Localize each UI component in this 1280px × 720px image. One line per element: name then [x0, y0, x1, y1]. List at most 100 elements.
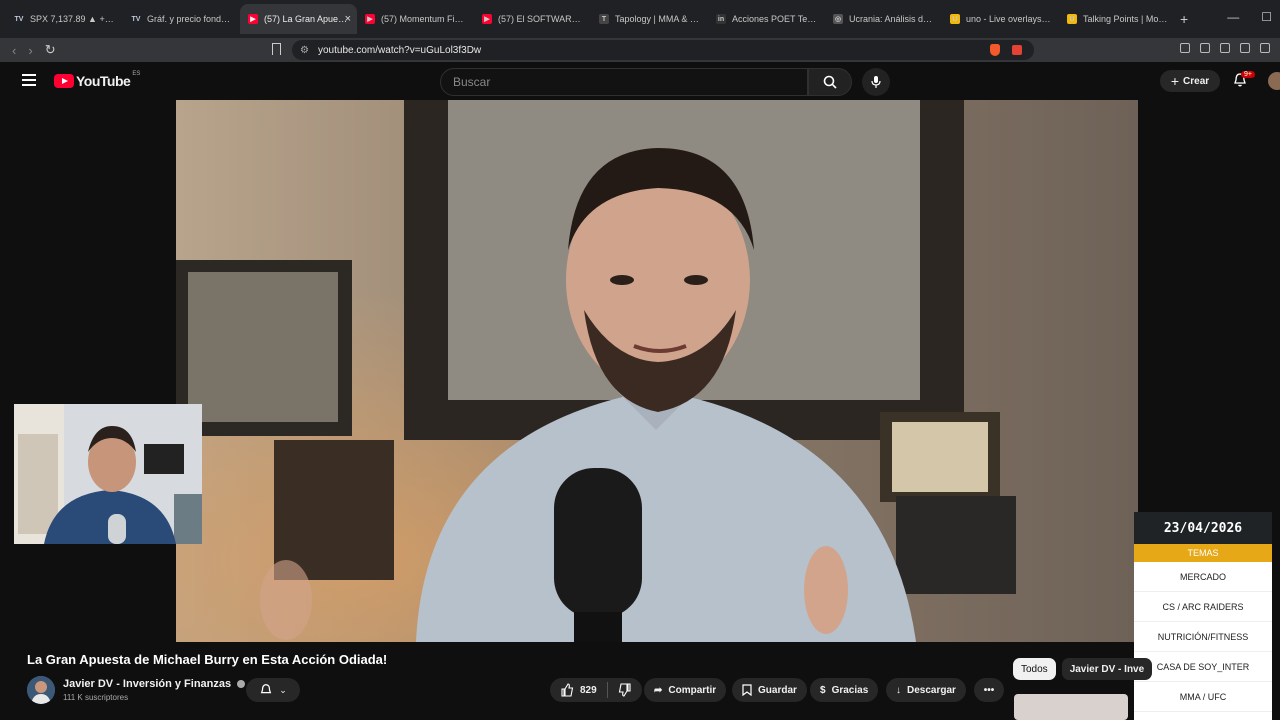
overlay-topic-item: NUTRICIÓN/FITNESS	[1134, 622, 1272, 652]
channel-avatar[interactable]	[27, 676, 55, 704]
browser-tab[interactable]: ▶ (57) Momentum Finanzas	[357, 4, 474, 34]
channel-avatar-image	[27, 676, 55, 704]
thanks-label: Gracias	[831, 684, 869, 696]
sidebar-icon[interactable]	[1220, 43, 1230, 53]
investing-icon: in	[716, 14, 726, 24]
more-actions-button[interactable]: •••	[974, 678, 1004, 702]
thanks-icon: $	[820, 684, 826, 696]
account-avatar[interactable]	[1268, 72, 1280, 90]
address-toolbar: ‹ › ↻ ⚙ youtube.com/watch?v=uGuLol3f3Dw	[0, 38, 1280, 62]
create-label: Crear	[1183, 75, 1210, 87]
download-label: Descargar	[907, 684, 956, 696]
brave-shields-icon[interactable]	[990, 44, 1000, 56]
youtube-icon: ▶	[482, 14, 492, 24]
tab-title: Gráf. y precio fondos R	[147, 14, 232, 24]
maximize-button[interactable]: ☐	[1261, 10, 1272, 24]
thumbs-up-icon	[561, 683, 574, 697]
webcam-person-illustration	[14, 404, 202, 544]
microphone-icon	[871, 76, 881, 88]
globe-icon: ◎	[833, 14, 843, 24]
leo-ai-icon[interactable]	[1260, 43, 1270, 53]
tab-title: (57) El SOFTWARE en c	[498, 14, 583, 24]
tradingview-icon: TV	[14, 14, 24, 24]
overlay-topic-item: MMA / UFC	[1134, 682, 1272, 712]
chip-channel[interactable]: Javier DV - Inve	[1061, 658, 1153, 680]
browser-tab[interactable]: ◎ Ucrania: Análisis de Imp	[825, 4, 942, 34]
site-info-icon[interactable]: ⚙	[300, 45, 309, 56]
reload-icon[interactable]: ↻	[45, 42, 56, 58]
media-icon[interactable]	[1200, 43, 1210, 53]
browser-tab[interactable]: ▶ (57) El SOFTWARE en c	[474, 4, 591, 34]
youtube-icon: ▶	[248, 14, 258, 24]
download-button[interactable]: ↓ Descargar	[886, 678, 966, 702]
subscription-bell-button[interactable]: ⌄	[246, 678, 300, 702]
wallet-icon[interactable]	[1240, 43, 1250, 53]
topics-overlay: 23/04/2026 TEMAS MERCADO CS / ARC RAIDERS…	[1134, 512, 1272, 720]
uno-icon: U	[950, 14, 960, 24]
share-label: Compartir	[668, 684, 717, 696]
create-button[interactable]: + Crear	[1160, 70, 1220, 92]
more-icon: •••	[983, 684, 995, 696]
download-icon: ↓	[896, 684, 901, 696]
browser-tab[interactable]: U Talking Points | Mome	[1059, 4, 1176, 34]
overlay-topic-item: CASA DE SOY_INTER	[1134, 652, 1272, 682]
like-divider	[606, 682, 608, 698]
chevron-down-icon: ⌄	[279, 684, 287, 695]
tradingview-icon: TV	[131, 14, 141, 24]
new-tab-button[interactable]: +	[1180, 11, 1188, 27]
tab-strip: TV SPX 7,137.89 ▲ +1.05% TV Gráf. y precio …	[6, 4, 1176, 34]
overlay-topic-item: MERCADO	[1134, 562, 1272, 592]
close-tab-icon[interactable]: ×	[345, 13, 351, 25]
thanks-button[interactable]: $ Gracias	[810, 678, 879, 702]
subscriber-count: 111 K suscriptores	[63, 693, 129, 702]
youtube-logo[interactable]: YouTube ES	[54, 71, 141, 89]
browser-tab[interactable]: TV SPX 7,137.89 ▲ +1.05%	[6, 4, 123, 34]
bookmark-icon[interactable]	[272, 43, 281, 55]
webcam-overlay	[14, 404, 202, 544]
share-icon: ➦	[654, 684, 663, 696]
uno-icon: U	[1067, 14, 1077, 24]
video-title: La Gran Apuesta de Michael Burry en Esta…	[27, 652, 388, 667]
save-button[interactable]: Guardar	[732, 678, 807, 702]
youtube-icon: ▶	[365, 14, 375, 24]
browser-tab[interactable]: TV Gráf. y precio fondos R	[123, 4, 240, 34]
search-button[interactable]	[808, 68, 852, 96]
like-button[interactable]: 829	[560, 683, 597, 697]
overlay-date: 23/04/2026	[1134, 512, 1272, 544]
youtube-masthead: YouTube ES Buscar + Crear 9+	[0, 62, 1280, 100]
browser-tab-bar: TV SPX 7,137.89 ▲ +1.05% TV Gráf. y precio …	[0, 0, 1280, 38]
region-code: ES	[132, 71, 141, 77]
channel-name-row[interactable]: Javier DV - Inversión y Finanzas	[63, 678, 246, 690]
screenshot-icon[interactable]	[1180, 43, 1190, 53]
video-player[interactable]	[176, 100, 1138, 642]
recommended-video-thumbnail[interactable]	[1014, 694, 1128, 720]
forward-icon[interactable]: ›	[28, 43, 32, 58]
like-count: 829	[580, 684, 597, 696]
back-icon[interactable]: ‹	[12, 43, 16, 58]
overlay-heading: TEMAS	[1134, 544, 1272, 562]
tab-title: Tapology | MMA & Com	[615, 14, 700, 24]
bell-icon	[260, 684, 272, 694]
search-input[interactable]: Buscar	[440, 68, 808, 96]
save-label: Guardar	[758, 684, 797, 696]
browser-tab[interactable]: ▶ (57) La Gran Apuesta ×	[240, 4, 357, 34]
url-field[interactable]: ⚙ youtube.com/watch?v=uGuLol3f3Dw	[292, 40, 1034, 60]
window-controls: — ☐	[1227, 10, 1272, 24]
browser-tab[interactable]: T Tapology | MMA & Com	[591, 4, 708, 34]
browser-tab[interactable]: in Acciones POET Tech Inc	[708, 4, 825, 34]
channel-name: Javier DV - Inversión y Finanzas	[63, 678, 232, 690]
chip-all[interactable]: Todos	[1013, 658, 1056, 680]
menu-icon[interactable]	[22, 74, 36, 89]
search-icon	[823, 75, 837, 89]
youtube-wordmark: YouTube	[76, 73, 131, 89]
share-button[interactable]: ➦ Compartir	[644, 678, 727, 702]
recommendation-chips: Todos Javier DV - Inve	[1013, 658, 1153, 680]
brave-rewards-icon[interactable]	[1012, 45, 1022, 55]
thumbs-down-icon[interactable]	[618, 683, 632, 697]
tab-title: Acciones POET Tech Inc	[732, 14, 817, 24]
voice-search-button[interactable]	[862, 68, 890, 96]
tab-title: (57) La Gran Apuesta	[264, 14, 349, 24]
minimize-button[interactable]: —	[1227, 10, 1239, 24]
browser-tab[interactable]: Uuno - Live overlays for	[942, 4, 1059, 34]
notification-badge: 9+	[1241, 71, 1255, 78]
